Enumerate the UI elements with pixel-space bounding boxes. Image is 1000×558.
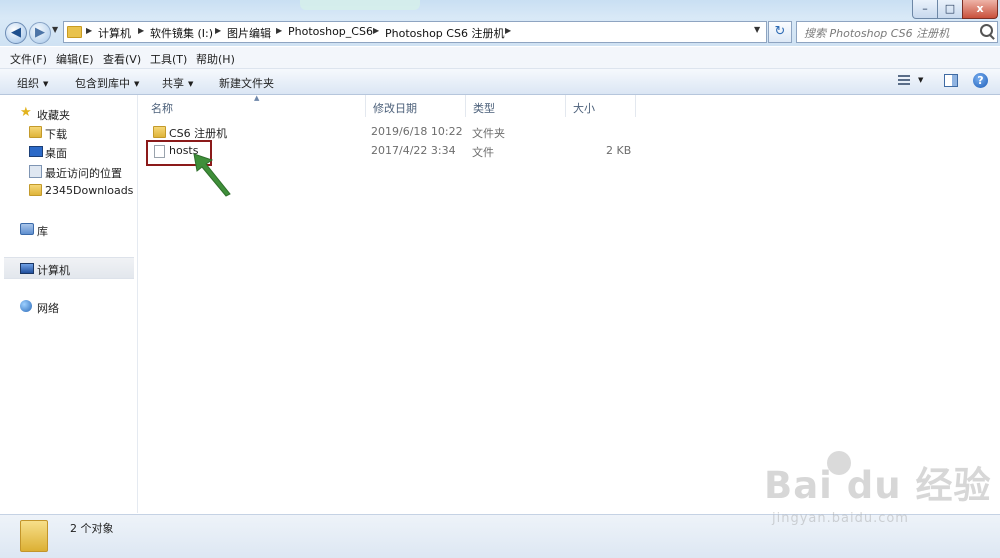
preview-pane-icon[interactable] xyxy=(944,74,958,87)
refresh-button[interactable]: ↻ xyxy=(768,21,792,43)
paw-icon xyxy=(827,451,851,475)
library-icon xyxy=(20,223,34,235)
star-icon: ★ xyxy=(20,105,32,120)
sidebar-computer[interactable]: 计算机 xyxy=(4,257,134,279)
downloads-folder-icon xyxy=(29,126,42,138)
organize-label: 组织 xyxy=(17,77,39,90)
sidebar-network-label: 网络 xyxy=(37,302,59,315)
folder-icon xyxy=(67,26,82,38)
breadcrumb-computer[interactable]: 计算机 xyxy=(98,25,131,41)
folder-icon xyxy=(29,184,42,196)
search-input[interactable]: 搜索 Photoshop CS6 注册机 xyxy=(796,21,998,43)
network-icon xyxy=(20,300,32,312)
include-in-library-label: 包含到库中 xyxy=(75,77,130,90)
column-name-label: 名称 xyxy=(151,102,173,115)
chevron-right-icon[interactable]: ▶ xyxy=(505,26,511,35)
forward-button[interactable]: ▶ xyxy=(29,22,51,44)
view-options-icon[interactable] xyxy=(898,75,910,86)
menu-view[interactable]: 查看(V) xyxy=(103,51,141,67)
recent-places-icon xyxy=(29,165,42,178)
recent-pages-dropdown-icon[interactable]: ▼ xyxy=(52,25,58,34)
column-type[interactable]: 类型 xyxy=(465,95,566,117)
sidebar-item-label: 桌面 xyxy=(45,147,67,160)
address-bar[interactable]: ▶ 计算机 ▶ 软件镜集 (I:) ▶ 图片编辑 ▶ Photoshop_CS6… xyxy=(63,21,767,43)
column-headers: 名称 ▲ 修改日期 类型 大小 xyxy=(138,94,1000,117)
sidebar-item-downloads[interactable]: 下载 xyxy=(0,122,136,142)
file-size: 2 KB xyxy=(606,144,632,157)
help-icon[interactable]: ? xyxy=(973,73,988,88)
annotation-arrow-icon xyxy=(193,153,231,197)
sidebar-computer-label: 计算机 xyxy=(37,264,70,277)
file-type: 文件夹 xyxy=(472,127,505,140)
breadcrumb-image-editing[interactable]: 图片编辑 xyxy=(227,25,271,41)
file-row[interactable]: CS6 注册机 2019/6/18 10:22 文件夹 xyxy=(146,122,636,140)
organize-button[interactable]: 组织 ▼ xyxy=(17,75,48,91)
file-name: CS6 注册机 xyxy=(169,127,228,140)
sidebar-item-label: 下载 xyxy=(45,128,67,141)
include-in-library-button[interactable]: 包含到库中 ▼ xyxy=(75,75,139,91)
sidebar-libraries-label: 库 xyxy=(37,225,48,238)
title-glow xyxy=(300,0,420,10)
chevron-right-icon[interactable]: ▶ xyxy=(86,26,92,35)
caret-down-icon: ▼ xyxy=(43,80,49,88)
search-icon[interactable] xyxy=(980,24,993,37)
caret-down-icon[interactable]: ▼ xyxy=(918,76,923,84)
search-placeholder: 搜索 Photoshop CS6 注册机 xyxy=(804,27,950,40)
sidebar-item-label: 最近访问的位置 xyxy=(45,167,122,180)
item-count-text: 2 个对象 xyxy=(70,522,114,535)
computer-icon xyxy=(20,263,34,274)
folder-icon xyxy=(153,126,166,138)
sidebar-libraries[interactable]: 库 xyxy=(0,219,136,239)
sort-ascending-icon: ▲ xyxy=(254,94,260,102)
minimize-button[interactable]: – xyxy=(912,0,938,19)
sidebar-favorites-label: 收藏夹 xyxy=(37,109,70,122)
chevron-right-icon[interactable]: ▶ xyxy=(138,26,144,35)
file-type: 文件 xyxy=(472,146,494,159)
sidebar-favorites[interactable]: ★ 收藏夹 xyxy=(0,103,136,123)
menu-tools[interactable]: 工具(T) xyxy=(150,51,187,67)
column-date[interactable]: 修改日期 xyxy=(365,95,466,117)
chevron-right-icon[interactable]: ▶ xyxy=(215,26,221,35)
maximize-button[interactable]: □ xyxy=(937,0,963,19)
sidebar-network[interactable]: 网络 xyxy=(0,296,136,316)
column-size[interactable]: 大小 xyxy=(565,95,636,117)
sidebar-item-label: 2345Downloads xyxy=(45,184,134,197)
caret-down-icon: ▼ xyxy=(134,80,140,88)
new-folder-button[interactable]: 新建文件夹 xyxy=(219,75,274,91)
file-date: 2017/4/22 3:34 xyxy=(371,144,456,157)
back-button[interactable]: ◀ xyxy=(5,22,27,44)
navigation-pane: ★ 收藏夹 下载 桌面 最近访问的位置 2345Downloads 库 计算机 … xyxy=(0,95,138,513)
watermark-logo: Bai du 经验 xyxy=(764,464,992,507)
sidebar-item-2345downloads[interactable]: 2345Downloads xyxy=(0,180,136,200)
menu-file[interactable]: 文件(F) xyxy=(10,51,47,67)
column-date-label: 修改日期 xyxy=(373,102,417,115)
sidebar-item-desktop[interactable]: 桌面 xyxy=(0,141,136,161)
caret-down-icon: ▼ xyxy=(188,80,194,88)
menu-edit[interactable]: 编辑(E) xyxy=(56,51,94,67)
menu-help[interactable]: 帮助(H) xyxy=(196,51,235,67)
title-bar: – □ x ◀ ▶ ▼ ▶ 计算机 ▶ 软件镜集 (I:) ▶ 图片编辑 ▶ P… xyxy=(0,0,1000,46)
breadcrumb-keygen[interactable]: Photoshop CS6 注册机 xyxy=(385,25,504,41)
command-bar: 组织 ▼ 包含到库中 ▼ 共享 ▼ 新建文件夹 ▼ ? xyxy=(0,69,1000,95)
sidebar-item-recent[interactable]: 最近访问的位置 xyxy=(0,161,136,181)
desktop-icon xyxy=(29,146,43,157)
menu-bar: 文件(F) 编辑(E) 查看(V) 工具(T) 帮助(H) xyxy=(0,47,1000,69)
file-date: 2019/6/18 10:22 xyxy=(371,125,463,138)
baidu-jingyan-watermark: Bai du 经验 jingyan.baidu.com xyxy=(764,451,992,526)
chevron-right-icon[interactable]: ▶ xyxy=(276,26,282,35)
address-dropdown-icon[interactable]: ▼ xyxy=(754,25,760,34)
breadcrumb-drive[interactable]: 软件镜集 (I:) xyxy=(150,25,213,41)
chevron-right-icon[interactable]: ▶ xyxy=(373,26,379,35)
breadcrumb-photoshop-cs6[interactable]: Photoshop_CS6 xyxy=(288,25,373,38)
column-size-label: 大小 xyxy=(573,102,595,115)
column-type-label: 类型 xyxy=(473,102,495,115)
folder-icon xyxy=(20,520,48,552)
watermark-url: jingyan.baidu.com xyxy=(772,511,909,526)
share-button[interactable]: 共享 ▼ xyxy=(162,75,193,91)
close-button[interactable]: x xyxy=(962,0,998,19)
share-label: 共享 xyxy=(162,77,184,90)
